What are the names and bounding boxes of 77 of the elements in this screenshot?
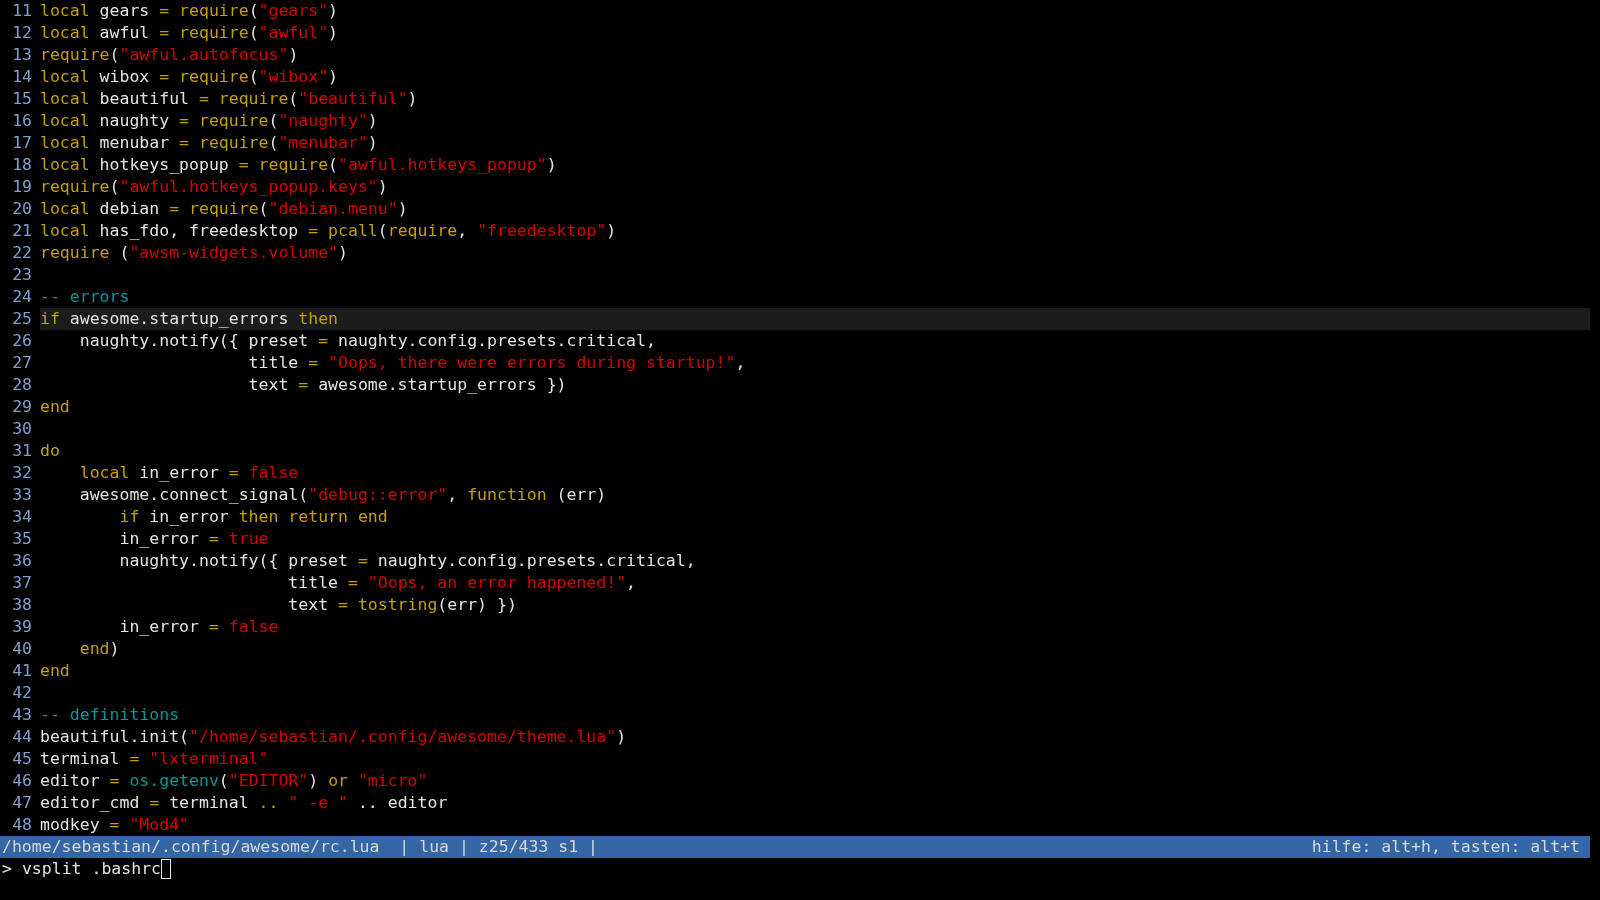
line-number: 47 — [11, 792, 33, 814]
code-line: naughty.notify({ preset = naughty.config.presets.critical, — [118, 550, 697, 572]
code-line: local menubar = require("menubar") — [40, 132, 379, 154]
file-info: /home/sebastian/.config/awesome/rc.lua | lua | z25/433 s1 | — [2, 836, 599, 858]
line-number: 45 — [11, 748, 33, 770]
line-number: 46 — [11, 770, 33, 792]
code-line: editor_cmd = terminal .. " -e " .. editor — [40, 792, 449, 814]
line-number: 36 — [11, 550, 33, 572]
code-line: awesome.connect_signal("debug::error", function (err) — [78, 484, 608, 506]
code-line: modkey = "Mod4" — [40, 814, 191, 836]
line-number: 42 — [11, 682, 33, 704]
code-line: end — [40, 660, 71, 682]
code-line: end) — [78, 638, 121, 660]
code-line: beautiful.init("/home/sebastian/.config/awesome/theme.lua") — [40, 726, 628, 748]
line-number: 38 — [11, 594, 33, 616]
line-number: 14 — [11, 66, 33, 88]
line-number: 39 — [11, 616, 33, 638]
line-number: 30 — [11, 418, 33, 440]
line-number: 41 — [11, 660, 33, 682]
line-number: 25 — [11, 308, 33, 330]
line-number: 16 — [11, 110, 33, 132]
line-number: 12 — [11, 22, 33, 44]
command-input[interactable]: vsplit .bashrc — [21, 858, 171, 880]
help-hint: hilfe: alt+h, tasten: alt+t — [1311, 836, 1580, 858]
code-line: local debian = require("debian.menu") — [40, 198, 409, 220]
code-line: title = "Oops, an error happened!", — [287, 572, 638, 594]
line-number: 31 — [11, 440, 33, 462]
line-number: 27 — [11, 352, 33, 374]
line-number: 26 — [11, 330, 33, 352]
line-number: 18 — [11, 154, 33, 176]
line-number: 17 — [11, 132, 33, 154]
line-number: 29 — [11, 396, 33, 418]
line-number: 11 — [11, 0, 33, 22]
line-number: 48 — [11, 814, 33, 836]
code-line: if in_error then return end — [118, 506, 389, 528]
line-number: 23 — [11, 264, 33, 286]
code-line: local awful = require("awful") — [40, 22, 340, 44]
code-line: local beautiful = require("beautiful") — [40, 88, 419, 110]
line-number: 32 — [11, 462, 33, 484]
code-line: local wibox = require("wibox") — [40, 66, 340, 88]
code-line: require("awful.autofocus") — [40, 44, 300, 66]
code-line: in_error = false — [118, 616, 280, 638]
line-number: 24 — [11, 286, 33, 308]
line-number: 13 — [11, 44, 33, 66]
line-number: 44 — [11, 726, 33, 748]
code-line: in_error = true — [118, 528, 270, 550]
line-number: 37 — [11, 572, 33, 594]
code-line: require ("awsm-widgets.volume") — [40, 242, 349, 264]
code-line: title = "Oops, there were errors during startup!", — [247, 352, 747, 374]
code-line: local hotkeys_popup = require("awful.hotkeys_popup") — [40, 154, 558, 176]
line-number: 35 — [11, 528, 33, 550]
line-number: 33 — [11, 484, 33, 506]
code-line: end — [40, 396, 71, 418]
code-line: terminal = "lxterminal" — [40, 748, 270, 770]
line-number: 43 — [11, 704, 33, 726]
line-number: 20 — [11, 198, 33, 220]
code-line: local naughty = require("naughty") — [40, 110, 379, 132]
code-line: do — [40, 440, 61, 462]
code-line: text = awesome.startup_errors }) — [247, 374, 568, 396]
code-line: local has_fdo, freedesktop = pcall(require, "freedesktop") — [40, 220, 618, 242]
code-line: require("awful.hotkeys_popup.keys") — [40, 176, 389, 198]
line-number: 19 — [11, 176, 33, 198]
code-line: text = tostring(err) }) — [287, 594, 518, 616]
code-line: -- definitions — [40, 704, 181, 726]
command-prompt: > — [2, 858, 12, 880]
line-number: 15 — [11, 88, 33, 110]
line-number: 21 — [11, 220, 33, 242]
text-cursor — [161, 859, 171, 879]
code-line: local in_error = false — [78, 462, 300, 484]
code-line: -- errors — [40, 286, 131, 308]
line-number: 22 — [11, 242, 33, 264]
code-line: editor = os.getenv("EDITOR") or "micro" — [40, 770, 429, 792]
line-number: 28 — [11, 374, 33, 396]
code-line: local gears = require("gears") — [40, 0, 340, 22]
code-line: naughty.notify({ preset = naughty.config.presets.critical, — [78, 330, 657, 352]
line-number: 34 — [11, 506, 33, 528]
line-number: 40 — [11, 638, 33, 660]
